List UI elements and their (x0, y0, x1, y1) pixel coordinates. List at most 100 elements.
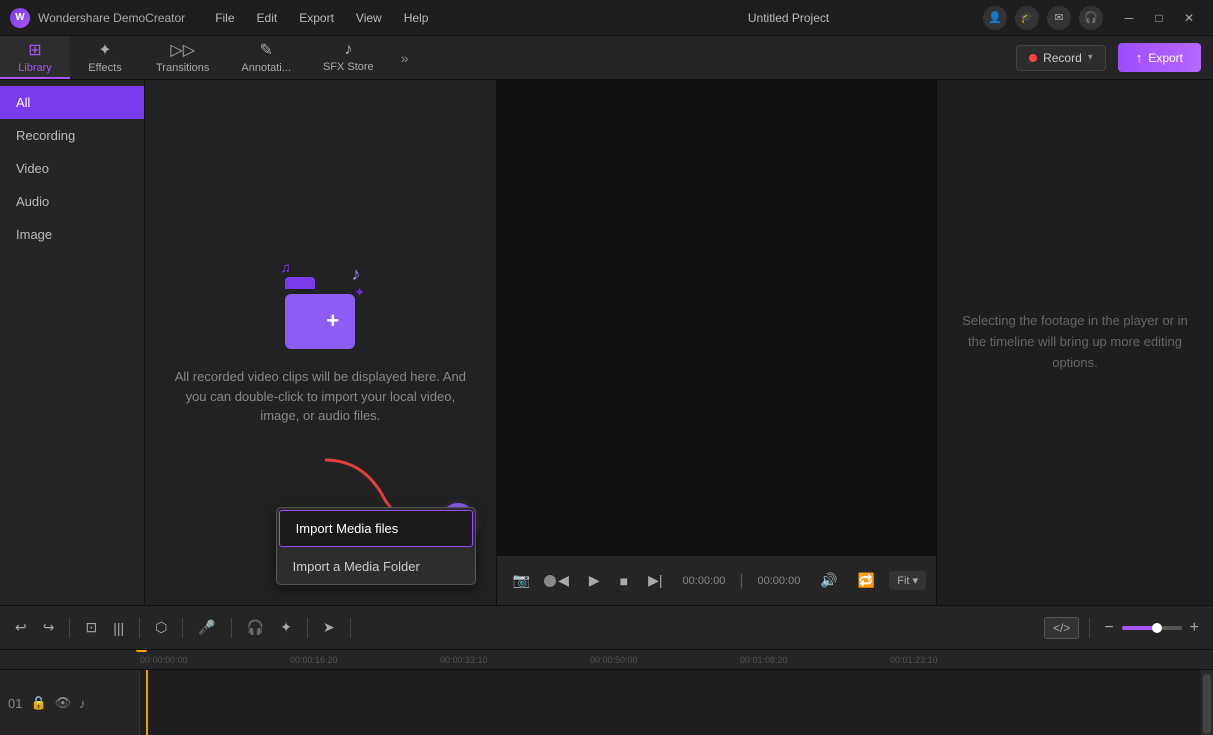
minimize-button[interactable]: ─ (1115, 8, 1143, 28)
tab-sfx-label: SFX Store (323, 61, 374, 73)
ruler-tick-5: 00:01:23:10 (890, 655, 938, 665)
app-icon: W (10, 8, 30, 28)
track-audio-button[interactable]: ♪ (79, 696, 86, 711)
tab-group: ⊞ Library ✦ Effects ▷▷ Transitions ✎ Ann… (0, 36, 420, 79)
split-button[interactable]: ||| (108, 616, 129, 640)
ruler-tick-0: 00:00:00:00 (140, 655, 188, 665)
playhead-label: L (136, 650, 147, 652)
headset-icon[interactable]: 🎧 (1079, 6, 1103, 30)
fit-label: Fit (897, 575, 909, 587)
toolbar-divider-5 (307, 618, 308, 638)
menu-edit[interactable]: Edit (247, 7, 288, 29)
redo-button[interactable]: ↪ (38, 615, 60, 640)
restore-button[interactable]: □ (1145, 8, 1173, 28)
record-button[interactable]: Record ▾ (1016, 45, 1106, 71)
screenshot-button[interactable]: 📷 (507, 568, 536, 593)
vertical-scrollbar[interactable] (1201, 670, 1213, 735)
crop-button[interactable]: ⊡ (80, 615, 102, 640)
tab-annotations[interactable]: ✎ Annotati... (225, 36, 307, 79)
window-controls: ─ □ ✕ (1115, 8, 1203, 28)
record-label: Record (1043, 51, 1082, 65)
tab-effects[interactable]: ✦ Effects (70, 36, 140, 79)
toolbar-divider-3 (182, 618, 183, 638)
voice-button[interactable]: 🎧 (242, 615, 269, 640)
zoom-in-button[interactable]: + (1186, 617, 1203, 639)
media-area[interactable]: + ♪ ♫ ✦ All recorded video clips will be… (145, 80, 496, 605)
sfx-icon: ♪ (344, 41, 352, 59)
transitions-icon: ▷▷ (170, 40, 195, 60)
zoom-slider-thumb (1152, 623, 1162, 633)
volume-button[interactable]: 🔊 (814, 568, 843, 593)
right-panel: Selecting the footage in the player or i… (937, 80, 1213, 605)
category-list: All Recording Video Audio Image (0, 80, 145, 605)
scrollbar-thumb (1203, 674, 1211, 734)
close-button[interactable]: ✕ (1175, 8, 1203, 28)
ruler-tick-2: 00:00:33:10 (440, 655, 488, 665)
player-controls: 📷 ◀ ▶ ■ ▶| 00:00:00 | 00:00:00 🔊 🔁 Fit ▾ (497, 555, 936, 605)
timeline: 00:00:00:00 00:00:16:20 00:00:33:10 00:0… (0, 650, 1213, 735)
stop-button[interactable]: ■ (614, 569, 634, 593)
tab-sfx[interactable]: ♪ SFX Store (307, 36, 390, 79)
account-icon[interactable]: 👤 (983, 6, 1007, 30)
fit-button[interactable]: Fit ▾ (889, 571, 926, 590)
empty-media-text: All recorded video clips will be display… (170, 367, 470, 426)
more-tabs-button[interactable]: » (390, 36, 420, 79)
cat-all[interactable]: All (0, 86, 144, 119)
toolbar-divider-6 (350, 618, 351, 638)
toolbar-divider-7 (1089, 618, 1090, 638)
cat-video[interactable]: Video (0, 152, 144, 185)
left-panel: All Recording Video Audio Image + ♪ (0, 80, 497, 605)
loop-button[interactable]: 🔁 (852, 568, 881, 593)
cat-audio[interactable]: Audio (0, 185, 144, 218)
player-canvas (497, 80, 936, 555)
more-tabs-icon: » (401, 50, 409, 66)
export-label: Export (1148, 51, 1183, 65)
playhead: L (146, 670, 148, 735)
track-area: 01 🔒 👁 ♪ L (0, 670, 1213, 735)
toolbar-divider-1 (69, 618, 70, 638)
menu-view[interactable]: View (346, 7, 392, 29)
player-panel: 📷 ◀ ▶ ■ ▶| 00:00:00 | 00:00:00 🔊 🔁 Fit ▾ (497, 80, 937, 605)
cat-recording[interactable]: Recording (0, 119, 144, 152)
time-total: 00:00:00 (758, 575, 801, 587)
timeline-ruler: 00:00:00:00 00:00:16:20 00:00:33:10 00:0… (0, 650, 1213, 670)
zoom-slider[interactable] (1122, 626, 1182, 630)
effects-tl-button[interactable]: ✦ (275, 615, 297, 640)
code-button[interactable]: </> (1044, 617, 1079, 639)
menu-bar: File Edit Export View Help (205, 7, 594, 29)
project-title: Untitled Project (594, 11, 983, 25)
right-hint-text: Selecting the footage in the player or i… (957, 311, 1193, 373)
track-visibility-button[interactable]: 👁 (55, 695, 72, 711)
undo-button[interactable]: ↩ (10, 615, 32, 640)
tab-library[interactable]: ⊞ Library (0, 36, 70, 79)
tab-transitions[interactable]: ▷▷ Transitions (140, 36, 225, 79)
code-icon: </> (1053, 621, 1070, 635)
shield-button[interactable]: ⬡ (150, 615, 172, 640)
track-lock-button[interactable]: 🔒 (30, 695, 46, 711)
timeline-toolbar: ↩ ↪ ⊡ ||| ⬡ 🎤 🎧 ✦ ➤ </> − + (0, 606, 1213, 650)
track-lane[interactable]: L (140, 670, 1213, 735)
motion-button[interactable]: ➤ (318, 615, 340, 640)
menu-help[interactable]: Help (394, 7, 439, 29)
step-fwd-button[interactable]: ▶| (642, 568, 668, 593)
graduation-icon[interactable]: 🎓 (1015, 6, 1039, 30)
fit-chevron-icon: ▾ (912, 574, 918, 587)
time-separator: | (739, 572, 743, 590)
menu-file[interactable]: File (205, 7, 244, 29)
menu-export[interactable]: Export (289, 7, 344, 29)
export-icon: ↑ (1136, 50, 1143, 65)
mail-icon[interactable]: ✉ (1047, 6, 1071, 30)
import-media-folder-option[interactable]: Import a Media Folder (277, 549, 475, 584)
titlebar: W Wondershare DemoCreator File Edit Expo… (0, 0, 1213, 36)
toolbar-divider-4 (231, 618, 232, 638)
export-button[interactable]: ↑ Export (1118, 43, 1201, 72)
mic-button[interactable]: 🎤 (193, 615, 220, 640)
cat-image[interactable]: Image (0, 218, 144, 251)
ruler-tick-4: 00:01:08:20 (740, 655, 788, 665)
zoom-out-button[interactable]: − (1100, 617, 1117, 639)
record-dot-icon (1029, 54, 1037, 62)
play-button[interactable]: ▶ (583, 568, 606, 593)
import-media-files-option[interactable]: Import Media files (279, 510, 473, 547)
main-area: All Recording Video Audio Image + ♪ (0, 80, 1213, 605)
import-popup: Import Media files Import a Media Folder (276, 507, 476, 585)
